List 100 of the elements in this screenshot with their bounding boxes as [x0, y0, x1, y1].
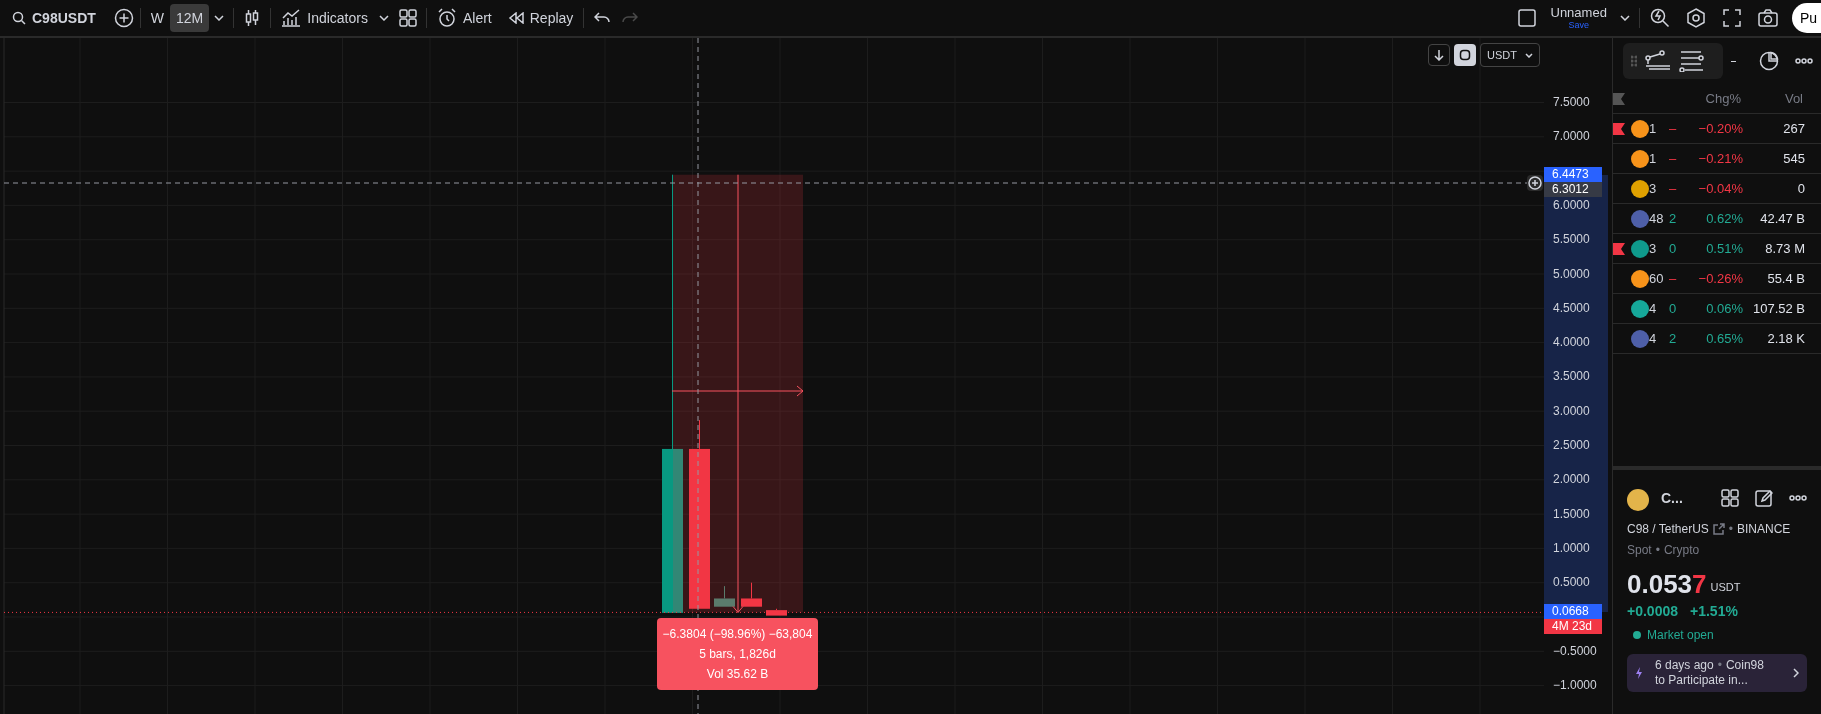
more-icon: [1789, 495, 1807, 501]
symbol-cell-text: 60: [1649, 269, 1665, 288]
chevron-down-icon: [1619, 15, 1630, 21]
market-category: Crypto: [1663, 542, 1700, 559]
fib-tool[interactable]: [1679, 50, 1705, 72]
volume-cell-text: 545: [1782, 149, 1805, 168]
grid-icon: [398, 9, 417, 27]
search-icon: [12, 11, 26, 25]
column-header: Vol: [1783, 89, 1803, 108]
price-label: 0.5000: [1553, 575, 1590, 590]
save-link[interactable]: Save: [1568, 21, 1589, 30]
symbol-cell-text: 4: [1649, 299, 1658, 318]
volume-cell-text: 267: [1782, 119, 1805, 138]
symbol-search-button[interactable]: C98USDT: [8, 4, 100, 32]
edit-button[interactable]: [1755, 489, 1773, 507]
measure-bars: 5 bars, 1,826d: [657, 644, 818, 664]
last-price-cell-text: –: [1669, 119, 1678, 138]
range-bottom-price-label: 0.0668: [1544, 604, 1602, 620]
change-cell-text: −0.21%: [1697, 149, 1743, 168]
camera-icon: [1757, 9, 1778, 27]
chart-icon: [281, 9, 302, 27]
price-label: 6.0000: [1553, 197, 1590, 212]
price-change-percent: +1.51%: [1690, 602, 1738, 621]
change-cell-text: 0.06%: [1705, 299, 1743, 318]
price-change: +0.0008: [1627, 602, 1678, 621]
grid-icon: [1721, 489, 1739, 507]
interval-button[interactable]: 12M: [170, 4, 210, 32]
symbol-cell-text: 1: [1649, 149, 1658, 168]
search-icon: [1649, 8, 1670, 28]
replay-button[interactable]: Replay: [501, 4, 580, 32]
pie-chart-button[interactable]: [1759, 51, 1779, 71]
chevron-right-icon: [1793, 668, 1799, 678]
redo-icon: [622, 12, 639, 24]
price-label: 2.5000: [1553, 438, 1590, 452]
change-cell-text: −0.20%: [1697, 119, 1743, 138]
external-link-icon: [1712, 523, 1725, 535]
indicators-button[interactable]: Indicators: [275, 4, 374, 32]
price-label: 3.0000: [1553, 403, 1590, 418]
volume-cell-text: 55.4 B: [1766, 269, 1805, 288]
publish-button[interactable]: Pu: [1791, 3, 1821, 33]
candle: [741, 582, 762, 607]
trend-line-tool[interactable]: [1645, 50, 1671, 72]
column-header: Chg%: [1704, 89, 1741, 108]
separator-dot: •: [1728, 521, 1734, 538]
news-headline: to Participate in...: [1655, 673, 1749, 688]
change-cell-text: 0.51%: [1705, 239, 1743, 258]
news-source: Coin98: [1725, 658, 1764, 673]
measure-volume: Vol 35.62 B: [705, 666, 770, 683]
currency-dropdown[interactable]: USDT: [1480, 43, 1540, 67]
market-status: Market open: [1647, 627, 1714, 644]
lightning-icon: [1635, 667, 1643, 679]
undo-icon: [594, 12, 611, 24]
scroll-down-button[interactable]: [1428, 44, 1451, 66]
plus-circle-icon: [113, 8, 134, 28]
volume-cell-text: 42.47 B: [1759, 209, 1805, 228]
last-price-cell-text: 2: [1669, 209, 1678, 228]
alert-button[interactable]: Alert: [430, 4, 498, 32]
coin-icon: [1627, 489, 1649, 511]
candle: [714, 585, 735, 607]
price-label: 1.5000: [1553, 506, 1590, 521]
news-time: 6 days ago: [1655, 658, 1714, 673]
interval-button[interactable]: W: [144, 4, 170, 32]
news-card[interactable]: 6 days ago • Coin98 to Participate in...: [1627, 654, 1807, 692]
last-price: 0.0537: [1627, 569, 1707, 599]
change-cell-text: 0.65%: [1705, 329, 1743, 348]
arrow-down-icon: [1434, 49, 1445, 61]
external-link-button[interactable]: [1712, 523, 1725, 535]
last-price-cell-text: 0: [1669, 239, 1678, 258]
price-label: 4.5000: [1553, 300, 1590, 315]
price-currency: USDT: [1710, 579, 1741, 595]
trend-line-icon: [1645, 50, 1671, 72]
change-cell-text: −0.26%: [1697, 269, 1743, 288]
chevron-down-icon: [1525, 52, 1533, 58]
symbol-name: C...: [1661, 488, 1683, 508]
more-button[interactable]: [1795, 58, 1813, 64]
pie-chart-icon: [1759, 51, 1779, 71]
alarm-clock-icon: [436, 8, 457, 28]
fullscreen-icon: [1722, 9, 1741, 27]
edit-icon: [1755, 489, 1773, 507]
price-label: 4.0000: [1553, 335, 1590, 350]
price-label: 7.5000: [1553, 95, 1590, 109]
volume-cell-text: 0: [1796, 179, 1805, 198]
sync-button[interactable]: [1454, 44, 1477, 66]
last-price-cell-text: –: [1669, 149, 1678, 168]
price-label: −1.0000: [1553, 678, 1597, 693]
symbol-cell-text: 1: [1649, 119, 1658, 138]
countdown-label: 4M 23d: [1544, 619, 1602, 635]
volume-cell-text: 2.18 K: [1766, 329, 1805, 348]
last-price-cell-text: –: [1669, 269, 1678, 288]
price-label: 5.0000: [1553, 266, 1590, 281]
layout-name: Unnamed: [1550, 6, 1607, 19]
layouts-button[interactable]: [1721, 489, 1739, 507]
symbol-cell-text: 48: [1649, 209, 1665, 228]
symbol-cell-text: 3: [1649, 239, 1658, 258]
more-button[interactable]: [1789, 495, 1807, 501]
price-label: −0.5000: [1553, 643, 1597, 658]
price-label: 7.0000: [1553, 129, 1590, 144]
separator-dot: •: [1717, 658, 1722, 673]
rewind-icon: [507, 12, 524, 24]
add-price-button[interactable]: [1527, 175, 1543, 191]
